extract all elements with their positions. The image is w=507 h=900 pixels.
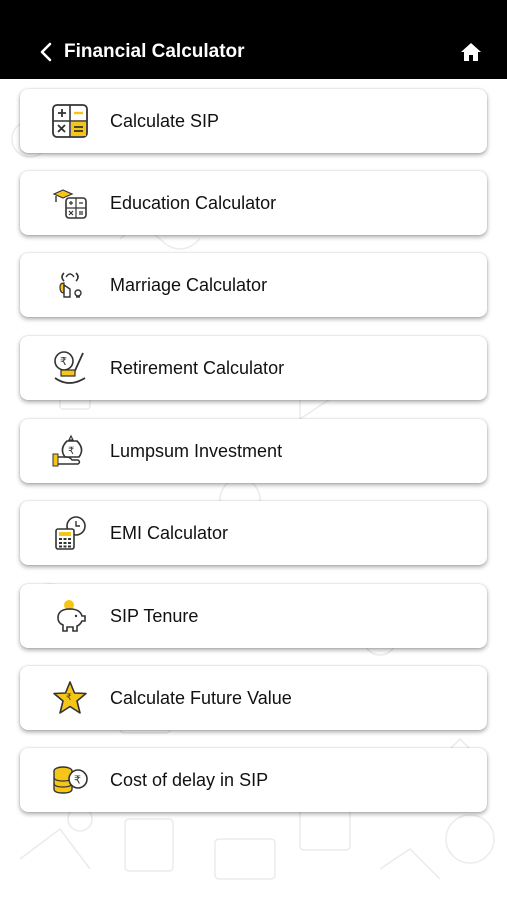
- graduation-calculator-icon: [52, 189, 87, 219]
- home-icon: [461, 43, 481, 61]
- coin-stack-rupee-icon: ₹: [53, 766, 88, 794]
- menu-item-education-calculator[interactable]: Education Calculator: [20, 171, 487, 235]
- chevron-left-icon: [40, 42, 52, 62]
- menu-item-label: SIP Tenure: [110, 606, 199, 626]
- svg-text:₹: ₹: [74, 774, 81, 787]
- menu-item-label: EMI Calculator: [110, 523, 229, 543]
- menu-item-label: Calculate SIP: [110, 111, 220, 131]
- calculator-clock-icon: [55, 516, 86, 550]
- rocking-chair-rupee-icon: ₹: [54, 351, 86, 384]
- menu-item-label: Education Calculator: [110, 193, 277, 213]
- calculator-grid-icon: [52, 104, 88, 138]
- menu-item-label: Retirement Calculator: [110, 358, 285, 378]
- hand-money-bag-icon: ₹: [52, 434, 83, 467]
- menu-item-marriage-calculator[interactable]: Marriage Calculator: [20, 253, 487, 317]
- svg-text:₹: ₹: [60, 355, 67, 368]
- menu-item-label: Cost of delay in SIP: [110, 770, 269, 790]
- menu-item-label: Calculate Future Value: [110, 688, 292, 708]
- menu-item-label: Lumpsum Investment: [110, 441, 283, 461]
- menu-item-cost-of-delay-in-sip[interactable]: ₹ Cost of delay in SIP: [20, 748, 487, 812]
- menu-item-lumpsum-investment[interactable]: ₹ Lumpsum Investment: [20, 419, 487, 483]
- star-rupee-icon: ₹: [53, 681, 87, 714]
- piggy-bank-icon: [57, 600, 86, 632]
- app-header: Financial Calculator: [0, 0, 507, 79]
- svg-text:₹: ₹: [66, 693, 72, 703]
- menu-item-label: Marriage Calculator: [110, 275, 268, 295]
- marriage-hands-icon: [59, 272, 82, 298]
- back-button[interactable]: [38, 40, 54, 64]
- menu-item-emi-calculator[interactable]: EMI Calculator: [20, 501, 487, 565]
- home-button[interactable]: [460, 42, 482, 62]
- menu-item-calculate-sip[interactable]: Calculate SIP: [20, 89, 487, 153]
- svg-text:₹: ₹: [68, 446, 74, 457]
- menu-item-retirement-calculator[interactable]: ₹ Retirement Calculator: [20, 336, 487, 400]
- page-title: Financial Calculator: [64, 41, 245, 62]
- menu-item-calculate-future-value[interactable]: ₹ Calculate Future Value: [20, 666, 487, 730]
- menu-item-sip-tenure[interactable]: SIP Tenure: [20, 584, 487, 648]
